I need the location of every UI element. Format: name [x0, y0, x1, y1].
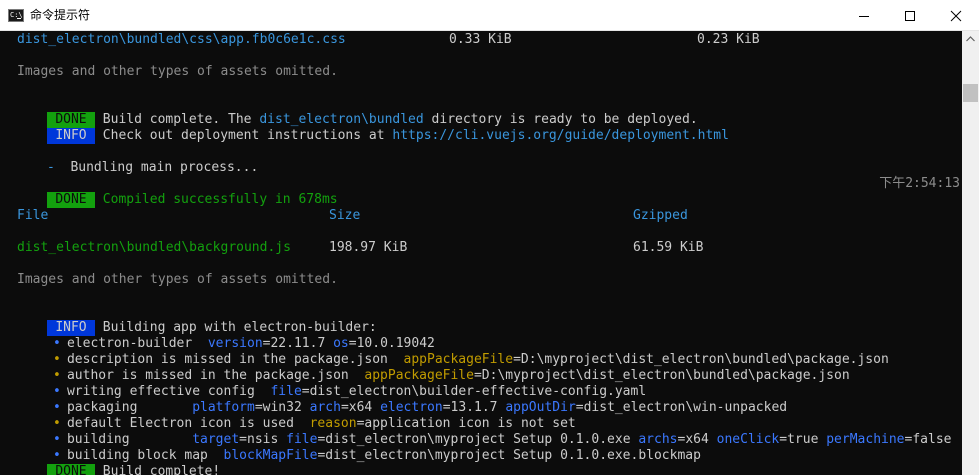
builder-step-line: • packaging platform=win32 arch=x64 elect… [0, 384, 787, 415]
minimize-button[interactable] [841, 0, 887, 31]
asset-size: 0.33 KiB [449, 32, 512, 47]
chevron-up-icon [966, 36, 975, 42]
deployment-info-line: INFO Check out deployment instructions a… [0, 112, 729, 144]
asset-gzipped: 0.23 KiB [697, 32, 760, 47]
param-value: =true [779, 432, 827, 447]
compiled-message: Compiled successfully in 678ms [94, 192, 338, 207]
window-title: 命令提示符 [30, 8, 91, 22]
scroll-up-button[interactable] [962, 31, 979, 48]
message-text: Build complete! [94, 464, 221, 475]
info-badge: INFO [46, 128, 95, 144]
title-bar[interactable]: C:\ 命令提示符 [0, 0, 979, 31]
param-value: =dist_electron\win-unpacked [575, 400, 788, 415]
asset-row-background: dist_electron\bundled\background.js 198.… [0, 240, 703, 256]
column-header-gzipped: Gzipped [633, 208, 688, 223]
assets-omitted-note: Images and other types of assets omitted… [17, 272, 338, 287]
param-value: =false [904, 432, 952, 447]
assets-omitted-note: Images and other types of assets omitted… [17, 64, 338, 79]
builder-warning-line: • default Electron icon is used reason=ap… [0, 400, 576, 431]
message-text: Bundling main process... [54, 160, 259, 175]
compiled-line: DONE Compiled successfully in 678ms 下午2:… [0, 176, 962, 208]
command-prompt-window: C:\ 命令提示符 dist_electron\bundled\css\app.… [0, 0, 979, 475]
asset-size: 198.97 KiB [329, 240, 408, 255]
builder-step-line: • building target=nsis file=dist_electron… [0, 416, 951, 447]
maximize-icon [905, 11, 915, 21]
cmd-app-icon[interactable]: C:\ [8, 9, 24, 22]
asset-table-header: File Size Gzipped [0, 208, 688, 224]
asset-path: dist_electron\bundled\background.js [17, 240, 291, 255]
done-badge: DONE [46, 464, 95, 475]
column-header-size: Size [329, 208, 361, 223]
close-button[interactable] [933, 0, 979, 31]
param-key: perMachine [826, 432, 905, 447]
minimize-icon [859, 16, 869, 17]
column-header-file: File [17, 208, 49, 223]
param-key: blockMapFile [223, 448, 318, 463]
console-output[interactable]: dist_electron\bundled\css\app.fb0c6e1c.c… [0, 31, 962, 475]
done-badge: DONE [46, 192, 95, 208]
message-text: Check out deployment instructions at [94, 128, 393, 143]
builder-warning-line: • description is missed in the package.js… [0, 336, 889, 367]
vertical-scrollbar[interactable] [962, 31, 979, 475]
scroll-thumb[interactable] [963, 84, 978, 102]
asset-path: dist_electron\bundled\css\app.fb0c6e1c.c… [17, 32, 346, 47]
maximize-button[interactable] [887, 0, 933, 31]
param-value: =dist_electron\myproject Setup 0.1.0.exe… [317, 448, 701, 463]
asset-row-css: dist_electron\bundled\css\app.fb0c6e1c.c… [0, 32, 760, 48]
asset-gzipped: 61.59 KiB [633, 240, 704, 255]
builder-warning-line: • author is missed in the package.json ap… [0, 352, 850, 383]
timestamp: 下午2:54:13 [879, 176, 960, 191]
build-complete-final-line: DONE Build complete! [0, 448, 220, 475]
close-icon [950, 10, 962, 22]
bundling-line: - Bundling main process... [0, 144, 258, 175]
builder-step-line: • writing effective config file=dist_elec… [0, 368, 646, 399]
param-key: oneClick [716, 432, 780, 447]
electron-builder-info-line: INFO Building app with electron-builder: [0, 304, 377, 336]
builder-step-line: • building block map blockMapFile=dist_el… [0, 432, 701, 463]
deployment-url-link[interactable]: https://cli.vuejs.org/guide/deployment.h… [392, 128, 729, 143]
builder-step-line: • electron-builder version=22.11.7 os=10.… [0, 320, 435, 351]
build-complete-line: DONE Build complete. The dist_electron\b… [0, 96, 698, 128]
spinner-glyph: - [46, 160, 55, 175]
